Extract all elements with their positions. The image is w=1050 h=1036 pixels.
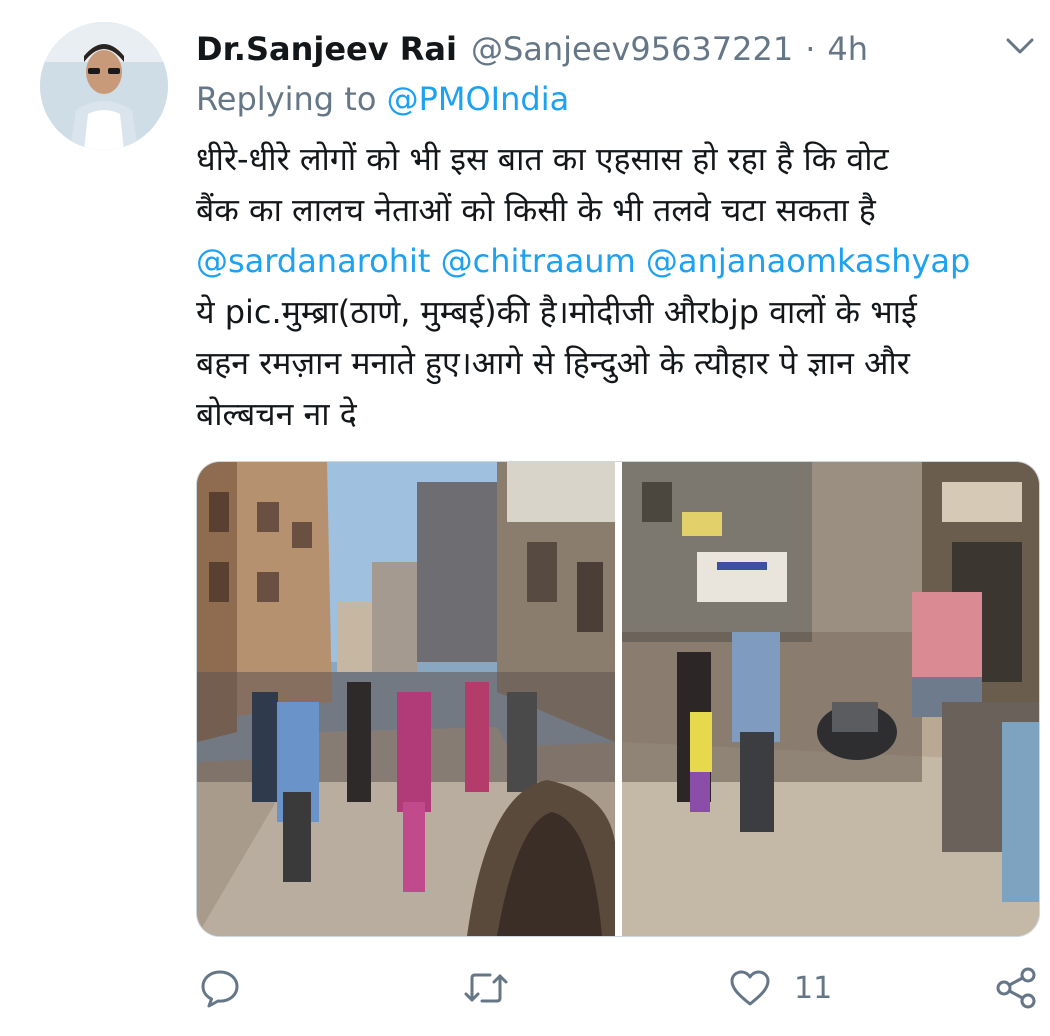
- media-photo-street-right[interactable]: [622, 462, 1039, 936]
- separator: ·: [805, 30, 816, 68]
- tweet-text-line: ये pic.मुम्ब्रा(ठाणे, मुम्बई)की है।मोदीज…: [196, 293, 917, 331]
- tweet-mentions[interactable]: @sardanarohit @chitraaum @anjanaomkashya…: [196, 236, 1046, 287]
- share-button[interactable]: [994, 960, 1038, 1016]
- retweet-button[interactable]: [462, 960, 510, 1016]
- author-name[interactable]: Dr.Sanjeev Rai: [196, 30, 457, 68]
- like-button[interactable]: 11: [728, 960, 832, 1016]
- tweet-text-line: बोल्बचन ना दे: [196, 395, 357, 433]
- tweet-time[interactable]: 4h: [827, 30, 868, 68]
- replying-to-mention[interactable]: @PMOIndia: [387, 80, 570, 118]
- avatar-photo: [40, 22, 168, 150]
- tweet-media: [196, 461, 1040, 937]
- chevron-down-icon[interactable]: [1002, 34, 1038, 60]
- tweet-text: धीरे-धीरे लोगों को भी इस बात का एहसास हो…: [196, 134, 1046, 440]
- author-handle[interactable]: @Sanjeev95637221: [471, 30, 793, 68]
- tweet-actions: 11: [0, 960, 1050, 1020]
- tweet-text-line: बहन रमज़ान मनाते हुए।आगे से हिन्दुओ के त…: [196, 344, 910, 382]
- media-photo-street-left[interactable]: [197, 462, 615, 936]
- tweet-text-line: धीरे-धीरे लोगों को भी इस बात का एहसास हो…: [196, 140, 889, 178]
- replying-prefix: Replying to: [196, 80, 377, 118]
- tweet-text-line: बैंक का लालच नेताओं को किसी के भी तलवे च…: [196, 191, 876, 229]
- reply-icon: [198, 966, 242, 1010]
- retweet-icon: [462, 966, 510, 1010]
- like-count: 11: [794, 970, 833, 1006]
- tweet-header: Dr.Sanjeev Rai @Sanjeev95637221 · 4h: [196, 26, 868, 72]
- reply-button[interactable]: [198, 960, 242, 1016]
- avatar[interactable]: [40, 22, 168, 150]
- share-icon: [994, 966, 1038, 1010]
- replying-to: Replying to @PMOIndia: [196, 80, 569, 118]
- like-icon: [728, 966, 772, 1010]
